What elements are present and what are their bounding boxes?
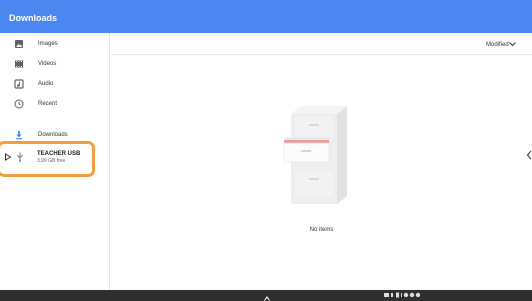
launcher-chevron-icon[interactable] bbox=[264, 296, 270, 301]
wifi-icon bbox=[409, 292, 415, 298]
chevron-left-icon[interactable] bbox=[526, 150, 532, 160]
sort-button[interactable]: Modified bbox=[486, 41, 509, 49]
system-shelf bbox=[0, 290, 532, 301]
battery-icon bbox=[396, 292, 399, 298]
empty-state-text: No items bbox=[309, 227, 334, 233]
chevron-down-icon[interactable] bbox=[508, 40, 517, 48]
content-toolbar: Modified bbox=[111, 33, 532, 55]
app-header: Downloads bbox=[0, 0, 532, 33]
sidebar-item-label: Videos bbox=[38, 61, 57, 67]
image-icon bbox=[15, 40, 23, 48]
screen-icon bbox=[384, 293, 389, 297]
settings-icon bbox=[403, 292, 409, 298]
account-icon bbox=[415, 292, 421, 298]
audio-icon bbox=[14, 79, 24, 89]
sidebar-item-recent[interactable]: Recent bbox=[0, 95, 110, 113]
sidebar-item-label: Audio bbox=[38, 81, 54, 87]
empty-cabinet-illustration bbox=[283, 106, 347, 204]
sidebar-item-label: Downloads bbox=[38, 132, 68, 138]
sidebar-item-images[interactable]: Images bbox=[0, 35, 110, 53]
main-content: Modified No items bbox=[111, 33, 532, 290]
download-icon bbox=[16, 131, 22, 140]
sidebar-item-videos[interactable]: Videos bbox=[0, 55, 110, 73]
clock-icon bbox=[14, 99, 24, 109]
status-tray[interactable] bbox=[384, 291, 444, 299]
usb-highlight-outline bbox=[0, 141, 95, 177]
sidebar-item-audio[interactable]: Audio bbox=[0, 75, 110, 93]
sidebar-item-label: Images bbox=[38, 41, 58, 47]
mic-icon bbox=[391, 293, 393, 297]
files-app: Downloads Images Videos Audio Recent Dow… bbox=[0, 0, 532, 301]
video-icon bbox=[15, 60, 23, 68]
divider-icon bbox=[401, 293, 402, 297]
page-title: Downloads bbox=[9, 13, 58, 23]
sidebar-item-label: Recent bbox=[38, 101, 58, 107]
